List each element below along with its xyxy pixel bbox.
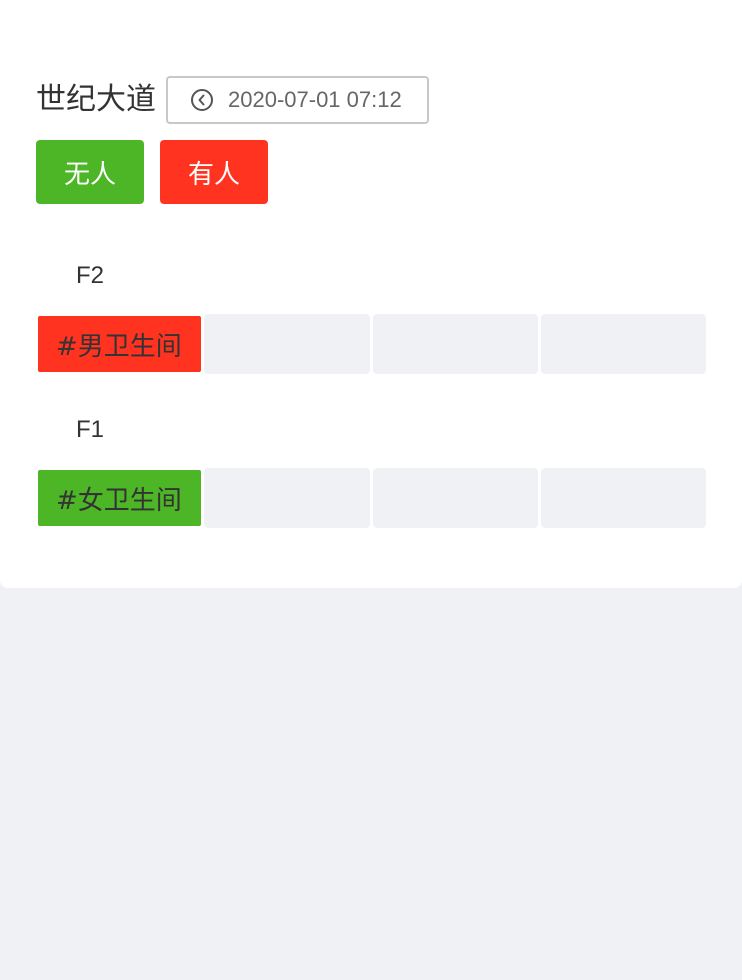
floor-label-f1: F1 [76, 416, 105, 443]
room-slot[interactable]: #男卫生间 [36, 314, 202, 374]
occupied-status-button[interactable]: 有人 [160, 140, 268, 204]
location-title: 世纪大道 [36, 82, 156, 117]
floor-row-f2: #男卫生间 [36, 314, 706, 374]
empty-slot [372, 468, 538, 528]
empty-slot [204, 468, 370, 528]
main-card: 世纪大道 2020-07-01 07:12 无人 有人 F2 #男卫生间 F1 … [0, 0, 742, 588]
free-status-button[interactable]: 无人 [36, 140, 144, 204]
status-legend: 无人 有人 [36, 140, 268, 204]
clock-back-icon [191, 89, 213, 111]
floor-label-f2: F2 [76, 262, 105, 289]
empty-slot [540, 314, 706, 374]
header: 世纪大道 2020-07-01 07:12 [36, 76, 429, 124]
datetime-selector[interactable]: 2020-07-01 07:12 [166, 76, 429, 124]
floor-row-f1: #女卫生间 [36, 468, 706, 528]
room-slot[interactable]: #女卫生间 [36, 468, 202, 528]
empty-slot [372, 314, 538, 374]
datetime-value: 2020-07-01 07:12 [228, 87, 402, 112]
room-women-restroom[interactable]: #女卫生间 [38, 470, 202, 526]
empty-slot [540, 468, 706, 528]
empty-slot [204, 314, 370, 374]
room-men-restroom[interactable]: #男卫生间 [38, 316, 202, 372]
